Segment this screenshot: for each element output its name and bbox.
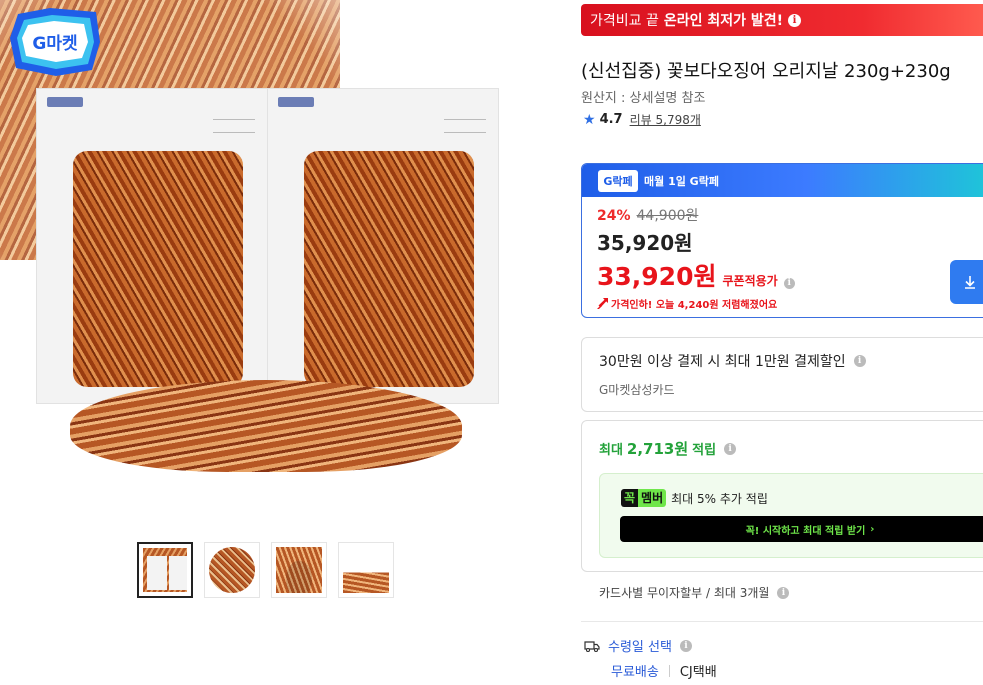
bag-fine-print <box>444 119 486 133</box>
carrier-name: CJ택배 <box>679 665 717 680</box>
discount-row: 24% 44,900원 <box>597 205 983 225</box>
info-icon[interactable]: i <box>783 277 795 289</box>
bag-label <box>47 97 83 107</box>
coupon-row: 33,920원 쿠폰적용가 i <box>597 257 983 293</box>
price-drop-notice: 가격인하! 오늘 4,240원 저렴해졌어요 <box>597 296 983 311</box>
thumbnail-image <box>143 548 187 592</box>
original-price: 44,900원 <box>636 208 699 224</box>
thumbnail-4[interactable] <box>338 542 394 598</box>
product-bag-right <box>267 88 499 404</box>
product-origin: 원산지 : 상세설명 참조 <box>581 91 706 106</box>
price-body: 24% 44,900원 35,920원 33,920원 쿠폰적용가 i 가격인하… <box>582 197 983 311</box>
sale-price: 35,920원 <box>597 231 693 255</box>
points-box: 최대 2,713원 적립 i 꼭 멤버 최대 5% 추가 적립 꼭! 시작하고 … <box>581 420 983 572</box>
card-discount-title: 30만원 이상 결제 시 최대 1만원 결제할인 <box>599 354 846 370</box>
rating-score: 4.7 <box>599 112 623 127</box>
coupon-price: 33,920원 <box>597 262 717 291</box>
product-info-panel: 가격비교 끝 온라인 최저가 발견! i (신선집중) 꽃보다오징어 오리지날 … <box>581 0 983 685</box>
gmarket-festival-badge: G마켓 <box>10 8 100 76</box>
member-row: 꼭 멤버 최대 5% 추가 적립 <box>621 489 768 507</box>
member-cta-label: 꼭! 시작하고 최대 적립 받기 <box>745 525 866 537</box>
points-prefix: 최대 <box>599 443 623 458</box>
price-drop-arrow-icon <box>597 298 608 309</box>
rating-row: ★ 4.7 리뷰 5,798개 <box>583 111 701 128</box>
card-discount-box[interactable]: 30만원 이상 결제 시 최대 1만원 결제할인 i G마켓삼성카드 <box>581 337 983 412</box>
coupon-label: 쿠폰적용가 <box>722 274 778 288</box>
member-start-button[interactable]: 꼭! 시작하고 최대 적립 받기 › <box>620 516 983 542</box>
truck-icon <box>584 640 600 652</box>
thumbnail-1[interactable] <box>137 542 193 598</box>
divider <box>581 621 983 622</box>
points-amount: 2,713원 <box>626 440 689 458</box>
points-title: 최대 2,713원 적립 i <box>599 438 737 459</box>
info-icon[interactable]: i <box>788 13 802 27</box>
promo-highlight: 온라인 최저가 발견! <box>663 13 784 29</box>
price-header: G락페 매월 1일 G락페 <box>582 164 983 197</box>
badge-text: G마켓 <box>32 34 78 54</box>
card-name: G마켓삼성카드 <box>599 383 675 397</box>
review-count-link[interactable]: 리뷰 5,798개 <box>630 111 701 128</box>
thumbnail-image <box>276 547 322 593</box>
gfest-badge: G락페 <box>598 169 638 192</box>
chevron-right-icon: › <box>870 523 875 535</box>
member-badge-b: 멤버 <box>638 489 667 507</box>
product-bag-left <box>36 88 268 404</box>
info-icon[interactable]: i <box>853 355 866 367</box>
separator <box>668 664 670 677</box>
price-box: G락페 매월 1일 G락페 24% 44,900원 35,920원 33,920… <box>581 163 983 318</box>
download-icon <box>965 276 975 289</box>
price-header-text: 매월 1일 G락페 <box>644 174 719 188</box>
bag-label <box>278 97 314 107</box>
main-product-image[interactable]: G마켓 <box>0 0 540 520</box>
thumbnail-image <box>343 547 389 593</box>
lowest-price-banner[interactable]: 가격비교 끝 온라인 최저가 발견! i <box>581 4 983 36</box>
bag-contents <box>73 151 243 387</box>
installment-text: 카드사별 무이자할부 / 최대 3개월 <box>599 586 770 600</box>
thumbnail-image <box>209 547 255 593</box>
thumbnail-3[interactable] <box>271 542 327 598</box>
product-gallery: G마켓 <box>0 0 540 685</box>
promo-prefix: 가격비교 끝 <box>590 13 659 29</box>
bag-fine-print <box>213 119 255 133</box>
points-suffix: 적립 <box>692 443 717 458</box>
coupon-download-button[interactable] <box>950 260 983 304</box>
thumbnail-strip <box>137 542 394 598</box>
price-drop-text: 가격인하! 오늘 4,240원 저렴해졌어요 <box>611 300 778 311</box>
bag-contents <box>304 151 474 387</box>
thumbnail-2[interactable] <box>204 542 260 598</box>
member-promo-box: 꼭 멤버 최대 5% 추가 적립 꼭! 시작하고 최대 적립 받기 › <box>599 473 983 558</box>
discount-rate: 24% <box>597 208 631 224</box>
info-icon[interactable]: i <box>777 586 790 599</box>
card-discount-title-row: 30만원 이상 결제 시 최대 1만원 결제할인 i <box>599 351 983 371</box>
delivery-date-select[interactable]: 수령일 선택 <box>608 636 672 655</box>
installment-info: 카드사별 무이자할부 / 최대 3개월 i <box>599 584 790 601</box>
info-icon[interactable]: i <box>679 639 692 652</box>
member-badge: 꼭 멤버 <box>621 489 667 507</box>
info-icon[interactable]: i <box>724 442 737 455</box>
delivery-row: 수령일 선택 i <box>584 636 692 655</box>
squid-pile <box>70 380 462 472</box>
product-title: (신선집중) 꽃보다오징어 오리지날 230g+230g <box>581 61 951 82</box>
shipping-row: 무료배송 CJ택배 <box>611 661 717 680</box>
member-badge-a: 꼭 <box>621 489 639 507</box>
star-icon: ★ <box>583 111 596 128</box>
member-text: 최대 5% 추가 적립 <box>671 491 768 506</box>
free-shipping-label: 무료배송 <box>611 665 659 680</box>
